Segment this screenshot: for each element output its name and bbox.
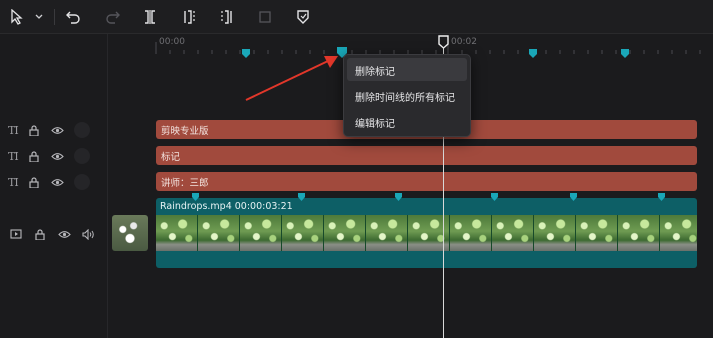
toolbar-divider (54, 9, 55, 25)
split-left-icon[interactable] (180, 8, 198, 26)
eye-icon[interactable] (56, 226, 72, 242)
ruler-label-mid: 00:02 (451, 37, 477, 47)
split-icon[interactable] (141, 8, 159, 26)
clip-marker[interactable] (192, 193, 199, 201)
menu-item-label: 编辑标记 (355, 119, 395, 130)
text-track-icon: TI (8, 149, 19, 163)
text-clip[interactable]: 标记 (156, 146, 697, 165)
clip-marker[interactable] (395, 193, 402, 201)
video-frame (156, 215, 198, 251)
video-frame (450, 215, 492, 251)
split-right-icon[interactable] (218, 8, 236, 26)
video-frame (492, 215, 534, 251)
eye-icon[interactable] (50, 148, 66, 164)
video-track-header (8, 224, 96, 244)
video-clip-label: Raindrops.mp4 00:00:03:21 (160, 201, 293, 212)
video-frame (576, 215, 618, 251)
video-frame (366, 215, 408, 251)
menu-item-label: 删除时间线的所有标记 (355, 93, 455, 104)
speaker-icon[interactable] (80, 226, 96, 242)
ruler-label-start: 00:00 (159, 37, 185, 47)
undo-icon[interactable] (64, 8, 82, 26)
redo-icon[interactable] (104, 8, 122, 26)
select-cursor-icon[interactable] (8, 8, 26, 26)
lock-icon[interactable] (26, 148, 42, 164)
video-frame (240, 215, 282, 251)
marker-context-menu: 删除标记 删除时间线的所有标记 编辑标记 (343, 54, 471, 137)
playhead-handle[interactable] (438, 34, 449, 49)
clip-marker[interactable] (570, 193, 577, 201)
timeline-marker[interactable] (529, 49, 537, 58)
video-frame (324, 215, 366, 251)
cover-thumbnail[interactable] (112, 215, 148, 251)
text-track-icon: TI (8, 123, 19, 137)
chevron-down-icon[interactable] (30, 8, 48, 26)
lock-icon[interactable] (26, 174, 42, 190)
clip-marker[interactable] (298, 193, 305, 201)
lock-icon[interactable] (26, 122, 42, 138)
video-frame (282, 215, 324, 251)
video-track-icon (8, 226, 24, 242)
timeline-marker[interactable] (242, 49, 250, 58)
clip-marker[interactable] (491, 193, 498, 201)
editor-timeline: TI TI TI 00:00 00:02 剪映专业版 标记 讲师：三郎 Rain… (0, 0, 713, 338)
text-track-header-3: TI (8, 172, 90, 192)
timeline-marker[interactable] (621, 49, 629, 58)
timeline-toolbar (0, 0, 713, 34)
eye-icon[interactable] (50, 122, 66, 138)
menu-item-delete-all-markers[interactable]: 删除时间线的所有标记 (347, 84, 467, 107)
track-blank-slot (73, 148, 90, 164)
menu-item-label: 删除标记 (355, 67, 395, 78)
text-clip-label: 标记 (161, 152, 181, 163)
menu-item-edit-marker[interactable]: 编辑标记 (347, 110, 467, 133)
eye-icon[interactable] (50, 174, 66, 190)
text-track-icon: TI (8, 175, 19, 189)
text-clip-label: 剪映专业版 (161, 126, 209, 137)
track-header-column: TI TI TI (0, 34, 108, 338)
track-blank-slot (73, 174, 90, 190)
video-filmstrip (156, 215, 697, 251)
text-clip[interactable]: 讲师：三郎 (156, 172, 697, 191)
lock-icon[interactable] (32, 226, 48, 242)
track-blank-slot (73, 122, 90, 138)
text-track-header-2: TI (8, 146, 90, 166)
video-frame (660, 215, 697, 251)
marker-icon[interactable] (294, 8, 312, 26)
video-frame (534, 215, 576, 251)
menu-item-delete-marker[interactable]: 删除标记 (347, 58, 467, 81)
clip-marker[interactable] (658, 193, 665, 201)
text-track-header-1: TI (8, 120, 90, 140)
video-clip[interactable]: Raindrops.mp4 00:00:03:21 (156, 198, 697, 268)
video-frame (618, 215, 660, 251)
video-frame (198, 215, 240, 251)
delete-icon[interactable] (256, 8, 274, 26)
text-clip-label: 讲师：三郎 (161, 178, 209, 189)
